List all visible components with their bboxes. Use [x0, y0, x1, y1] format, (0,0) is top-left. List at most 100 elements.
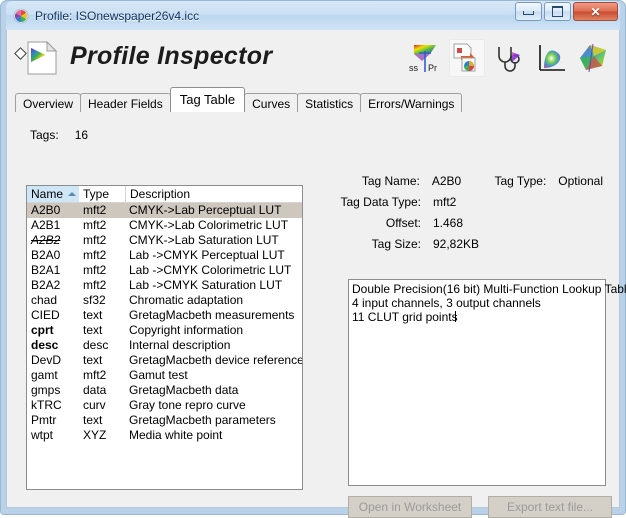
- offset-label: Offset:: [385, 216, 421, 230]
- tab-header-fields[interactable]: Header Fields: [80, 93, 171, 114]
- sort-ascending-icon: [68, 192, 76, 196]
- tag-row-description: Lab ->CMYK Saturation LUT: [129, 278, 283, 292]
- tag-row-description: Lab ->CMYK Colorimetric LUT: [129, 263, 292, 277]
- table-row[interactable]: B2A0 mft2 Lab ->CMYK Perceptual LUT: [27, 248, 302, 263]
- tag-row-description: Copyright information: [129, 323, 244, 337]
- tag-row-type: text: [83, 353, 103, 367]
- client-area: Profile Inspector ss Pr Overview Header …: [6, 30, 626, 518]
- table-row[interactable]: desc desc Internal description: [27, 338, 302, 353]
- tags-count-label: Tags:: [30, 128, 59, 142]
- gamut-3d-icon[interactable]: [575, 39, 611, 77]
- tag-name-value: A2B0: [431, 174, 462, 188]
- gamut-plot-icon[interactable]: [533, 39, 569, 77]
- maximize-button[interactable]: [544, 2, 571, 21]
- tag-row-name: wtpt: [31, 428, 54, 442]
- table-row[interactable]: chad sf32 Chromatic adaptation: [27, 293, 302, 308]
- field-tag-name-row: Tag Name: A2B0 Tag Type: Optional: [337, 174, 603, 195]
- table-row[interactable]: A2B2 mft2 CMYK->Lab Saturation LUT: [27, 233, 302, 248]
- color-profile-icon: [13, 8, 29, 24]
- tab-overview[interactable]: Overview: [15, 93, 82, 114]
- diamond-marker-icon: [14, 47, 27, 60]
- tag-list[interactable]: Name Type Description A2B0 mft2 CMYK->Lab …: [26, 185, 303, 490]
- close-icon: ✕: [590, 4, 601, 19]
- tag-row-description: Lab ->CMYK Perceptual LUT: [129, 248, 285, 262]
- tag-row-type: curv: [83, 398, 106, 412]
- convert-profile-icon[interactable]: [449, 39, 485, 77]
- tag-row-description: GretagMacbeth parameters: [129, 413, 276, 427]
- tag-row-type: desc: [83, 338, 109, 352]
- tag-row-name: kTRC: [31, 398, 62, 412]
- tag-row-type: mft2: [83, 203, 107, 217]
- tag-row-name: B2A2: [31, 278, 61, 292]
- table-row[interactable]: cprt text Copyright information: [27, 323, 302, 338]
- tag-description-textbox[interactable]: Double Precision(16 bit) Multi-Function …: [348, 279, 626, 486]
- table-row[interactable]: B2A1 mft2 Lab ->CMYK Colorimetric LUT: [27, 263, 302, 278]
- tag-row-description: GretagMacbeth data: [129, 383, 239, 397]
- tag-row-name: B2A0: [31, 248, 61, 262]
- tag-row-description: Gray tone repro curve: [129, 398, 246, 412]
- column-header-type[interactable]: Type: [79, 186, 125, 202]
- tab-errors-warnings[interactable]: Errors/Warnings: [360, 93, 463, 114]
- title-bar[interactable]: Profile: ISOnewspaper26v4.icc ✕: [6, 1, 620, 30]
- tags-count-value: 16: [74, 128, 89, 142]
- table-row[interactable]: gamt mft2 Gamut test: [27, 368, 302, 383]
- tag-row-type: XYZ: [83, 428, 107, 442]
- tag-detail-fields: Tag Name: A2B0 Tag Type: Optional Tag Da…: [337, 174, 604, 258]
- tag-list-header: Name Type Description: [27, 186, 302, 203]
- tag-row-description: CMYK->Lab Saturation LUT: [129, 233, 279, 247]
- tab-tag-table[interactable]: Tag Table: [169, 87, 246, 112]
- ss-pr-icon[interactable]: ss Pr: [407, 39, 443, 77]
- table-row[interactable]: B2A2 mft2 Lab ->CMYK Saturation LUT: [27, 278, 302, 293]
- tag-list-rows: A2B0 mft2 CMYK->Lab Perceptual LUT A2B1 mft2…: [27, 203, 302, 443]
- table-row[interactable]: gmps data GretagMacbeth data: [27, 383, 302, 398]
- tag-row-description: Chromatic adaptation: [129, 293, 244, 307]
- app-title: Profile Inspector: [70, 42, 273, 70]
- close-button[interactable]: ✕: [573, 2, 618, 21]
- table-row[interactable]: DevD text GretagMacbeth device reference: [27, 353, 302, 368]
- column-header-name[interactable]: Name: [27, 186, 79, 202]
- description-line: 11 CLUT grid points: [352, 310, 458, 324]
- tag-row-type: text: [83, 413, 103, 427]
- tag-row-name: DevD: [31, 353, 62, 367]
- tag-name-label: Tag Name:: [361, 174, 420, 188]
- tag-type-label: Tag Type:: [494, 174, 547, 188]
- tag-data-type-label: Tag Data Type:: [340, 195, 422, 209]
- window-controls: ✕: [515, 2, 618, 21]
- offset-value: 1.468: [433, 216, 464, 230]
- tag-row-name: gmps: [31, 383, 61, 397]
- tab-bar: Overview Header Fields Tag Table Curves …: [15, 87, 613, 114]
- tag-type-value: Optional: [558, 174, 603, 188]
- table-row[interactable]: wtpt XYZ Media white point: [27, 428, 302, 443]
- profile-document-icon: [27, 40, 58, 75]
- tag-row-description: GretagMacbeth measurements: [129, 308, 295, 322]
- table-row[interactable]: A2B1 mft2 CMYK->Lab Colorimetric LUT: [27, 218, 302, 233]
- column-header-description[interactable]: Description: [125, 186, 302, 202]
- tag-row-type: mft2: [83, 233, 107, 247]
- tag-row-description: Gamut test: [129, 368, 188, 382]
- tag-row-type: data: [83, 383, 107, 397]
- tab-statistics[interactable]: Statistics: [297, 93, 362, 114]
- svg-text:ss: ss: [409, 63, 419, 73]
- tag-data-type-value: mft2: [433, 195, 457, 209]
- tag-size-label: Tag Size:: [371, 237, 421, 251]
- table-row[interactable]: kTRC curv Gray tone repro curve: [27, 398, 302, 413]
- tag-row-type: mft2: [83, 263, 107, 277]
- table-row[interactable]: CIED text GretagMacbeth measurements: [27, 308, 302, 323]
- application-window: Profile: ISOnewspaper26v4.icc ✕ Profile …: [0, 0, 626, 518]
- field-tag-data-type-row: Tag Data Type: mft2: [337, 195, 603, 216]
- tag-row-name: B2A1: [31, 263, 61, 277]
- table-row[interactable]: Pmtr text GretagMacbeth parameters: [27, 413, 302, 428]
- column-header-name-label: Name: [31, 187, 64, 201]
- stethoscope-inspect-icon[interactable]: [491, 39, 527, 77]
- table-row[interactable]: A2B0 mft2 CMYK->Lab Perceptual LUT: [27, 203, 302, 218]
- window-title: Profile: ISOnewspaper26v4.icc: [35, 8, 200, 23]
- tag-size-value: 92,82KB: [433, 237, 480, 251]
- tag-row-type: text: [83, 323, 103, 337]
- tab-curves[interactable]: Curves: [244, 93, 299, 114]
- tag-row-type: mft2: [83, 218, 107, 232]
- minimize-button[interactable]: [515, 2, 542, 21]
- tag-row-name: A2B0: [31, 203, 61, 217]
- toolbar: ss Pr: [407, 39, 611, 77]
- tag-row-type: sf32: [83, 293, 106, 307]
- tag-row-description: Internal description: [129, 338, 231, 352]
